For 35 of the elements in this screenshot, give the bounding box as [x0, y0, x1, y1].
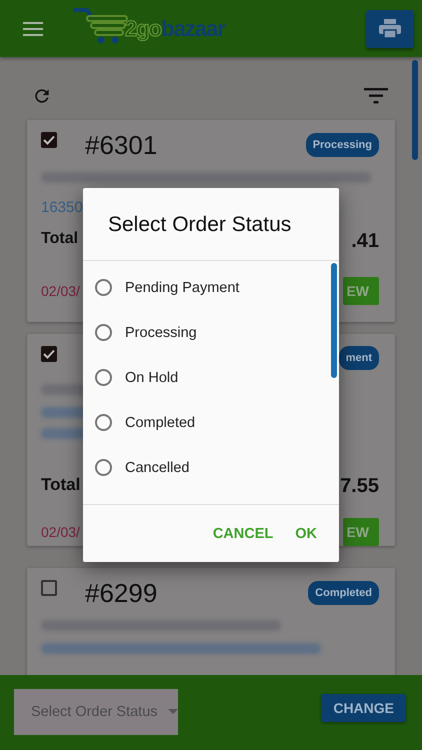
radio-button[interactable] — [95, 414, 112, 431]
option-label[interactable]: Processing — [125, 324, 197, 340]
status-badge: Processing — [306, 133, 379, 157]
cancel-button[interactable]: CANCEL — [204, 520, 282, 548]
option-label[interactable]: On Hold — [125, 370, 178, 386]
total-label: Total — [41, 475, 80, 496]
checkbox[interactable] — [41, 132, 57, 148]
radio-button[interactable] — [95, 279, 112, 296]
order-date: 02/03/ — [41, 524, 80, 540]
dialog-title: Select Order Status — [107, 212, 292, 238]
total-amount: .41 — [351, 230, 379, 253]
filter-icon[interactable] — [364, 88, 388, 104]
printer-icon — [379, 18, 401, 38]
option-label[interactable]: Pending Payment — [125, 280, 240, 296]
radio-button[interactable] — [95, 369, 112, 386]
address-text: 16350 — [41, 199, 84, 216]
order-date: 02/03/ — [41, 283, 80, 299]
ok-button[interactable]: OK — [287, 520, 325, 548]
order-number: #6301 — [85, 130, 158, 160]
option-label[interactable]: Cancelled — [125, 460, 190, 476]
logo-text: 2gobazaar — [125, 14, 225, 44]
checkbox[interactable] — [41, 580, 57, 596]
status-badge: Completed — [308, 581, 379, 605]
checkbox[interactable] — [41, 346, 57, 362]
change-button[interactable]: CHANGE — [321, 694, 406, 722]
order-number: #6299 — [85, 578, 158, 608]
total-amount: 7.55 — [340, 475, 379, 498]
menu-icon[interactable] — [23, 22, 43, 36]
status-badge: ment — [338, 346, 379, 370]
radio-button[interactable] — [95, 459, 112, 476]
total-label: Total — [41, 230, 78, 249]
radio-button[interactable] — [95, 324, 112, 341]
print-button[interactable] — [366, 10, 414, 48]
option-label[interactable]: Completed — [125, 414, 196, 430]
dropdown-icon — [168, 709, 178, 714]
